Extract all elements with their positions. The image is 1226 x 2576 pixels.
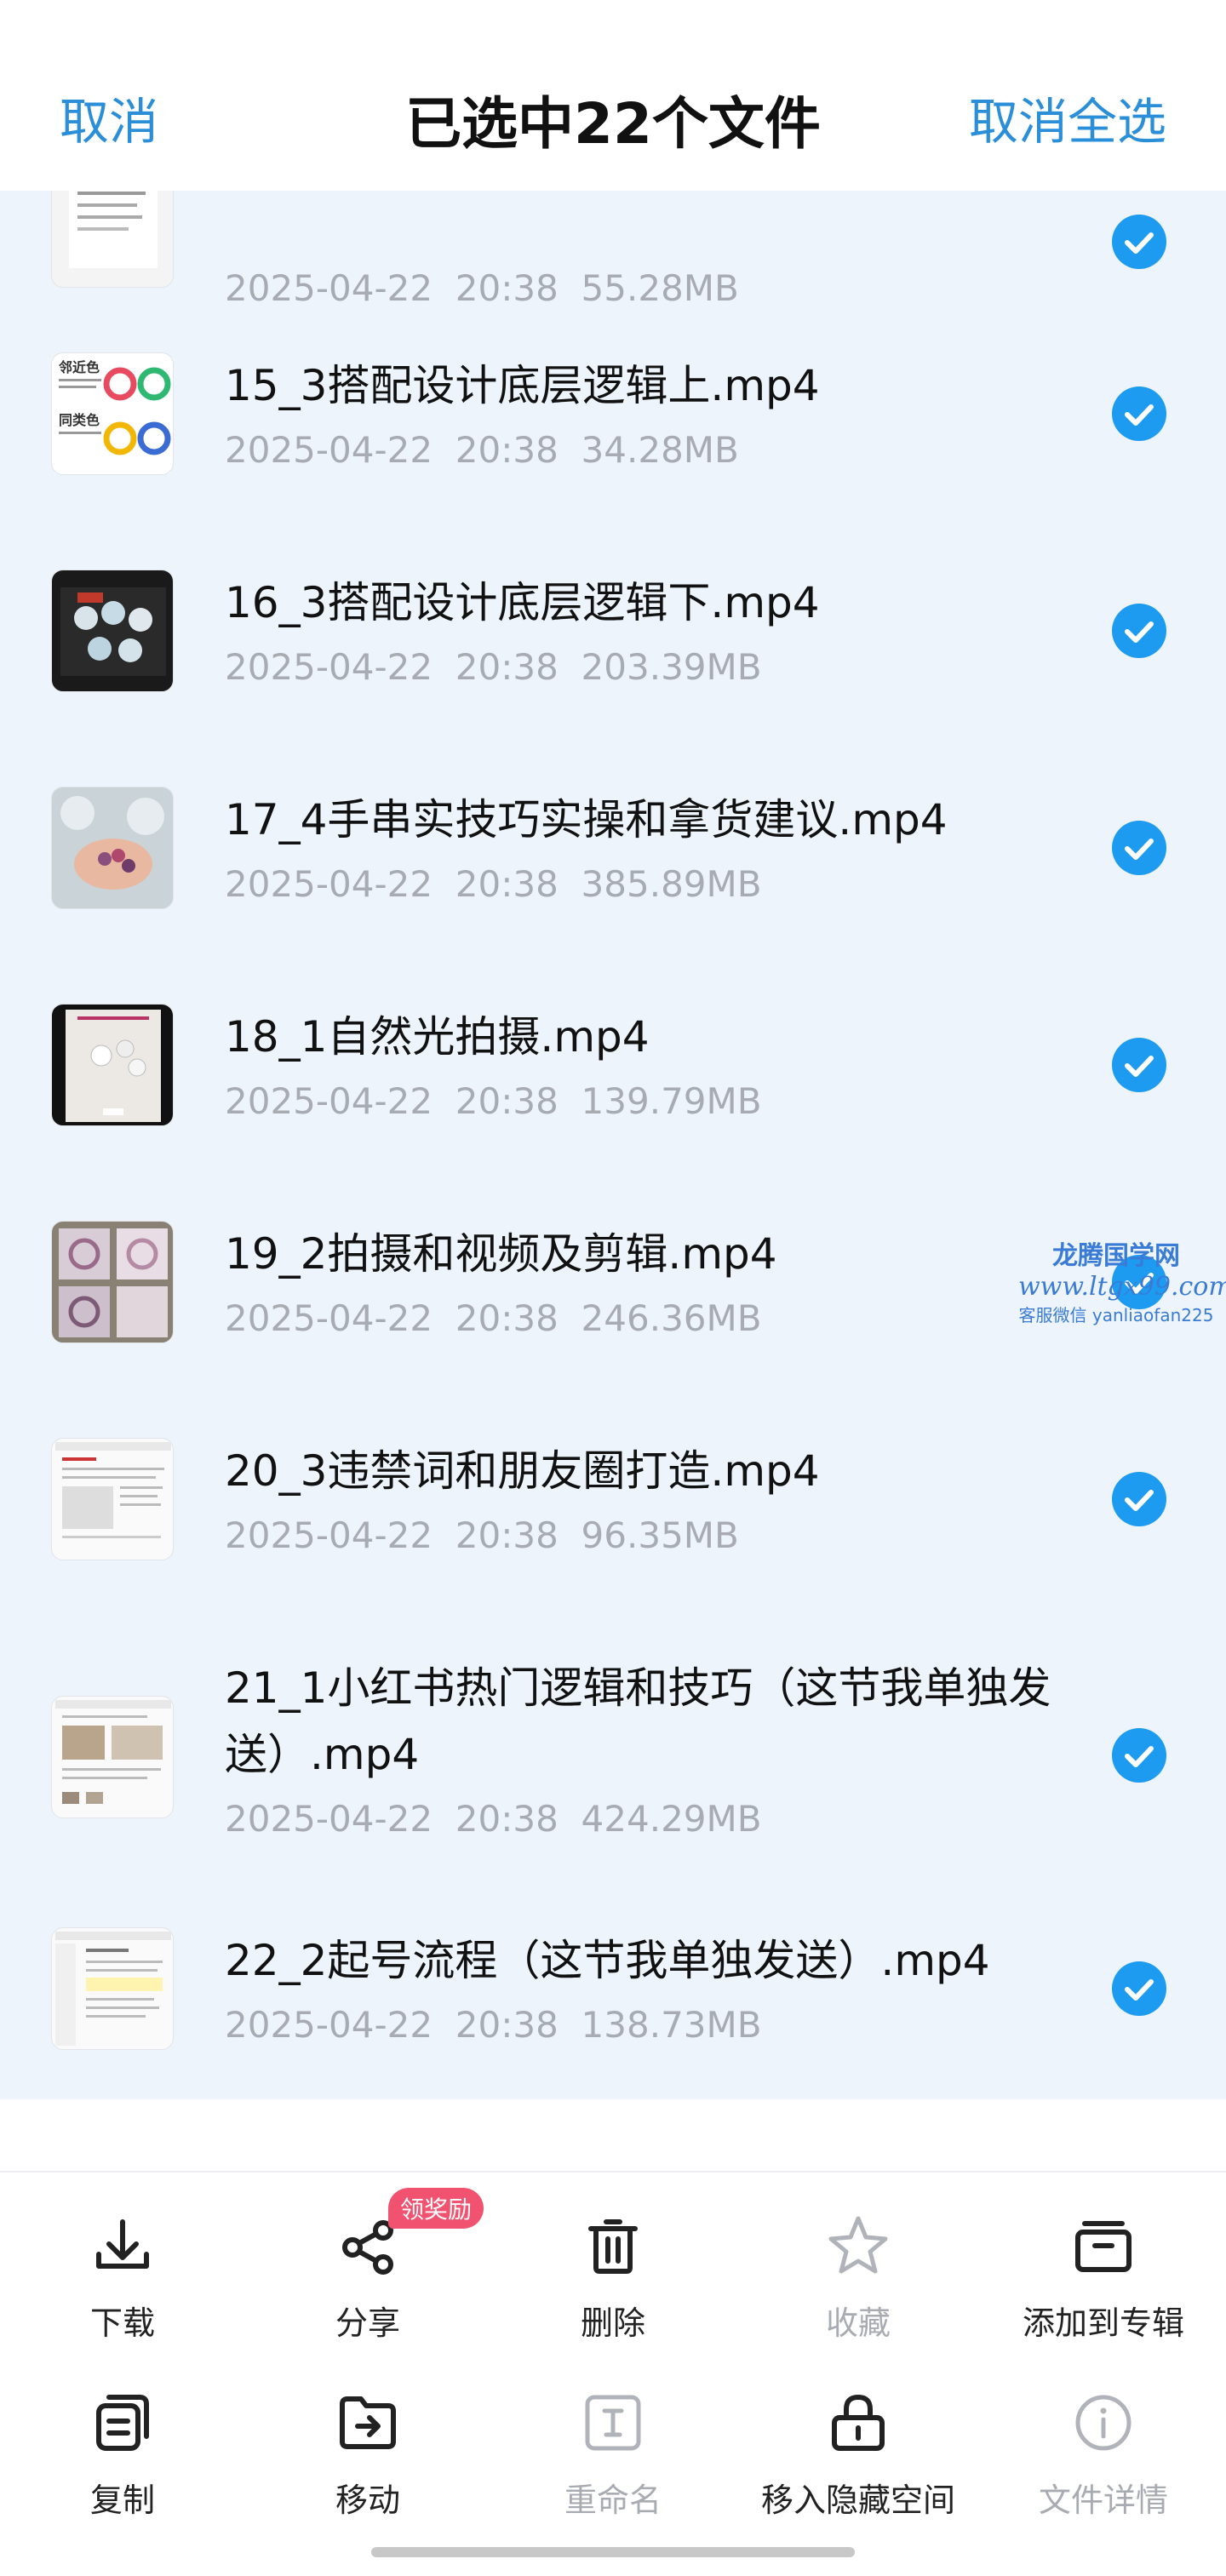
file-name: 19_2拍摄和视频及剪辑.mp4	[225, 1229, 777, 1279]
file-meta: 2025-04-22 20:38 139.79MB	[225, 1080, 762, 1122]
file-thumbnail	[51, 1004, 174, 1126]
file-thumbnail	[51, 787, 174, 909]
file-thumbnail	[51, 1221, 174, 1343]
file-meta: 2025-04-22 20:38 96.35MB	[225, 1514, 739, 1556]
star-icon	[828, 2216, 888, 2274]
add-to-album-label: 添加到专辑	[1022, 2304, 1184, 2342]
file-name: 22_2起号流程（这节我单独发送）.mp4	[225, 1936, 990, 1985]
checkbox-checked-icon[interactable]	[1112, 386, 1166, 441]
file-thumbnail	[51, 1438, 174, 1560]
file-meta: 2025-04-22 20:38 424.29MB	[225, 1798, 762, 1840]
checkbox-checked-icon[interactable]	[1112, 1961, 1166, 2016]
checkbox-checked-icon[interactable]	[1112, 215, 1166, 269]
info-icon	[1075, 2395, 1131, 2451]
file-meta: 2025-04-22 20:38 55.28MB	[225, 267, 739, 309]
reward-badge: 领奖励	[388, 2188, 484, 2229]
copy-icon	[96, 2395, 149, 2451]
copy-button[interactable]: 复制	[0, 2387, 245, 2521]
watermark: 龙腾国学网 www.ltgx99.com 客服微信 yanliaofan225	[1018, 1234, 1226, 1326]
file-thumbnail: 邻近色 同类色	[51, 352, 174, 475]
rename-icon	[585, 2395, 641, 2451]
file-meta: 2025-04-22 20:38 385.89MB	[225, 863, 762, 905]
svg-text:同类色: 同类色	[59, 412, 100, 428]
checkbox-checked-icon[interactable]	[1112, 1472, 1166, 1526]
file-details-button[interactable]: 文件详情	[981, 2387, 1226, 2521]
file-thumbnail	[51, 1927, 174, 2050]
move-label: 移动	[335, 2482, 400, 2519]
home-indicator[interactable]	[371, 2547, 855, 2557]
deselect-all-button[interactable]: 取消全选	[969, 82, 1166, 153]
file-thumbnail	[51, 570, 174, 692]
move-to-hidden-label: 移入隐藏空间	[760, 2482, 955, 2519]
file-meta: 2025-04-22 20:38 203.39MB	[225, 646, 762, 688]
delete-button[interactable]: 删除	[490, 2210, 736, 2344]
file-meta: 2025-04-22 20:38 246.36MB	[225, 1297, 762, 1339]
selection-header: 取消 已选中22个文件 取消全选	[0, 0, 1226, 191]
rename-button[interactable]: 重命名	[490, 2387, 736, 2521]
file-list: 2025-04-22 20:38 55.28MB 邻近色同类色 15_3搭配设计…	[0, 191, 1226, 2099]
file-thumbnail	[51, 1696, 174, 1818]
download-label: 下载	[89, 2304, 155, 2342]
file-name: 16_3搭配设计底层逻辑下.mp4	[225, 578, 820, 627]
move-button[interactable]: 移动	[245, 2387, 490, 2521]
file-name: 17_4手串实技巧实操和拿货建议.mp4	[225, 795, 948, 844]
watermark-title: 龙腾国学网	[1052, 1241, 1180, 1271]
action-toolbar: 下载 领奖励 分享 删除 收藏 添加到专辑 复制 移动 重命名 移入隐藏空间 文…	[0, 2171, 1226, 2576]
share-button[interactable]: 领奖励 分享	[245, 2188, 490, 2344]
watermark-url: www.ltgx99.com	[1018, 1272, 1226, 1302]
checkbox-checked-icon[interactable]	[1112, 1038, 1166, 1092]
checkbox-checked-icon[interactable]	[1112, 821, 1166, 875]
file-name: 15_3搭配设计底层逻辑上.mp4	[225, 361, 820, 410]
file-meta: 2025-04-22 20:38 34.28MB	[225, 429, 739, 471]
move-folder-icon	[340, 2396, 396, 2449]
file-details-label: 文件详情	[1038, 2482, 1168, 2519]
file-meta: 2025-04-22 20:38 138.73MB	[225, 2004, 762, 2046]
file-name: 18_1自然光拍摄.mp4	[225, 1012, 650, 1062]
file-thumbnail	[51, 191, 174, 288]
add-to-album-button[interactable]: 添加到专辑	[981, 2210, 1226, 2344]
watermark-contact: 客服微信 yanliaofan225	[1018, 1305, 1214, 1325]
checkbox-checked-icon[interactable]	[1112, 1728, 1166, 1783]
favorite-button[interactable]: 收藏	[736, 2210, 981, 2344]
rename-label: 重命名	[564, 2482, 662, 2519]
album-icon	[1075, 2221, 1131, 2272]
checkbox-checked-icon[interactable]	[1112, 604, 1166, 658]
favorite-label: 收藏	[825, 2304, 891, 2342]
delete-label: 删除	[580, 2304, 645, 2342]
download-button[interactable]: 下载	[0, 2210, 245, 2344]
move-to-hidden-button[interactable]: 移入隐藏空间	[736, 2387, 981, 2521]
copy-label: 复制	[89, 2482, 155, 2519]
trash-icon	[588, 2219, 638, 2274]
file-name: 20_3违禁词和朋友圈打造.mp4	[225, 1446, 820, 1496]
lock-icon	[832, 2394, 885, 2451]
svg-text:邻近色: 邻近色	[59, 359, 100, 375]
file-name: 21_1小红书热门逻辑和技巧（这节我单独发送）.mp4	[225, 1663, 1051, 1779]
share-label: 分享	[335, 2304, 400, 2342]
download-icon	[96, 2219, 149, 2269]
